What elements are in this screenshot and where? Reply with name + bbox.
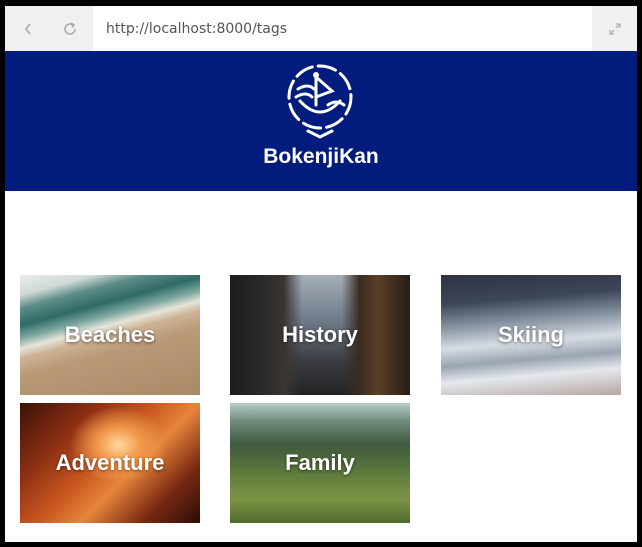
expand-button[interactable]	[592, 6, 637, 51]
tag-label: History	[282, 322, 358, 347]
window-frame: http://localhost:8000/tags BokenjiKan Be…	[0, 0, 642, 547]
chevron-left-icon	[24, 23, 31, 34]
tag-tile-beaches[interactable]: Beaches	[20, 275, 200, 395]
tag-label: Beaches	[64, 322, 156, 347]
reload-button[interactable]	[51, 6, 89, 51]
back-button[interactable]	[9, 6, 47, 51]
tag-label: Family	[285, 450, 355, 475]
tag-label: Skiing	[497, 322, 564, 347]
tag-tile-adventure[interactable]: Adventure	[20, 403, 200, 523]
ship-globe-logo[interactable]	[278, 61, 362, 141]
expand-icon	[608, 22, 621, 35]
tag-tile-skiing[interactable]: Skiing	[441, 275, 621, 395]
site-header: BokenjiKan	[5, 51, 637, 191]
tag-label: Adventure	[55, 450, 165, 475]
tag-tile-family[interactable]: Family	[230, 403, 410, 523]
brand-title[interactable]: BokenjiKan	[5, 145, 637, 169]
browser-toolbar: http://localhost:8000/tags	[5, 6, 637, 51]
tag-tile-history[interactable]: History	[230, 275, 410, 395]
address-bar[interactable]: http://localhost:8000/tags	[93, 6, 592, 51]
browser-window: http://localhost:8000/tags BokenjiKan Be…	[5, 6, 637, 542]
reload-icon	[64, 21, 76, 35]
url-text: http://localhost:8000/tags	[106, 20, 288, 37]
